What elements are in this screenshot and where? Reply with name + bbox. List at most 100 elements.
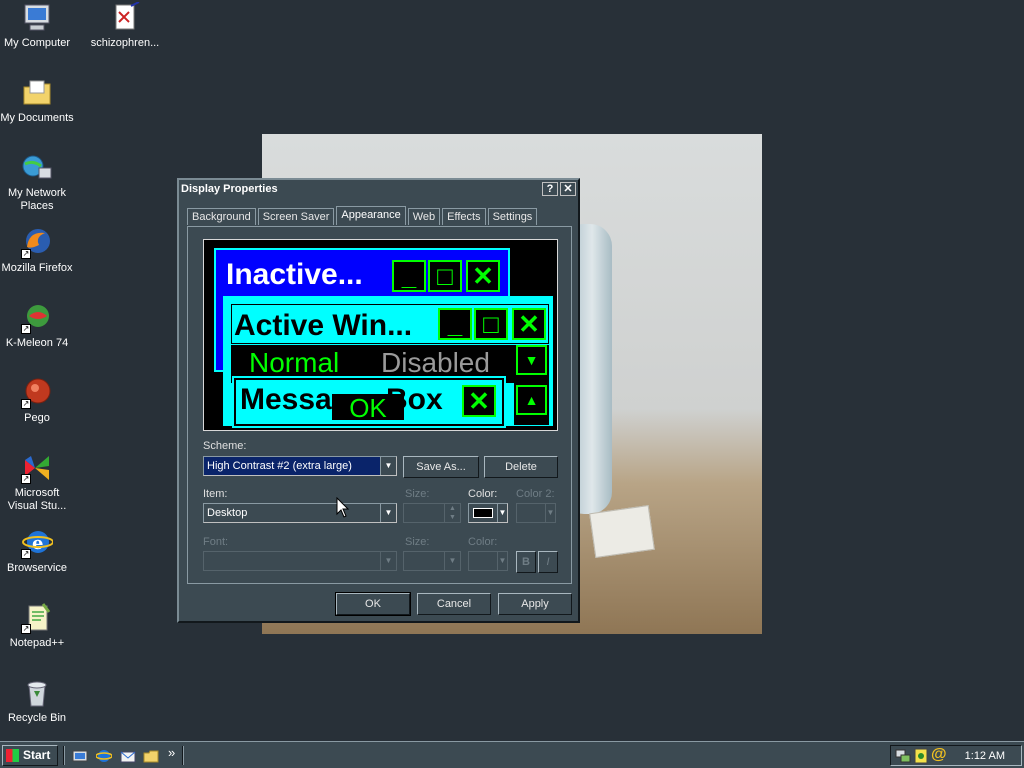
desktop-icon-my-computer[interactable]: My Computer (0, 2, 74, 50)
folder-icon (21, 77, 53, 109)
icon-label: Pego (24, 412, 50, 424)
k-meleon-icon: ↗ (21, 302, 53, 334)
system-tray: @ 1:12 AM (890, 745, 1022, 766)
preview-active-close-icon: ✕ (512, 308, 546, 340)
email-at-tray-icon[interactable]: @ (931, 746, 947, 763)
cancel-button[interactable]: Cancel (417, 593, 491, 615)
desktop-icon-my-network-places[interactable]: My Network Places (0, 152, 74, 213)
icon-label: My Network Places (7, 187, 67, 212)
notes-tray-icon[interactable] (913, 748, 929, 764)
apply-button[interactable]: Apply (498, 593, 572, 615)
desktop-icon-schizophren[interactable]: schizophren... (88, 1, 162, 50)
scheme-value: High Contrast #2 (extra large) (207, 460, 352, 472)
icon-label: My Documents (0, 112, 74, 124)
chevron-down-icon: ▼ (497, 504, 507, 522)
chevron-down-icon: ▼ (497, 552, 507, 570)
bold-button[interactable]: B (516, 551, 536, 573)
preview-message-box: Messa Box OK ✕ (232, 376, 506, 428)
item-select[interactable]: Desktop ▼ (203, 503, 397, 523)
preview-inactive-title: Inactive... (226, 258, 363, 291)
font-select[interactable]: ▼ (203, 551, 397, 571)
preview-normal-text: Normal (249, 347, 340, 378)
icon-label: Notepad++ (9, 637, 65, 649)
delete-button[interactable]: Delete (484, 456, 558, 478)
appearance-preview[interactable]: Inactive... _ □ ✕ Active Win... _ □ ✕ No… (203, 239, 558, 431)
save-as-button[interactable]: Save As... (403, 456, 479, 478)
desktop-icon-mozilla-firefox[interactable]: ↗ Mozilla Firefox (0, 227, 74, 275)
taskbar-divider (63, 746, 65, 765)
internet-explorer-quicklaunch-icon[interactable] (95, 748, 113, 764)
item-color-picker[interactable]: ▼ (468, 503, 508, 523)
display-properties-dialog: Display Properties ? ✕ Background Screen… (177, 178, 580, 623)
item-color2-picker[interactable]: ▼ (516, 503, 556, 523)
preview-message-title: Messa (240, 383, 332, 416)
preview-message-close-icon: ✕ (462, 385, 496, 417)
outlook-express-icon[interactable] (120, 748, 136, 764)
scheme-select[interactable]: High Contrast #2 (extra large) ▼ (203, 456, 397, 476)
chevron-down-icon: ▼ (380, 504, 396, 522)
tab-background[interactable]: Background (187, 208, 256, 225)
desktop-icon-notepad-plus-plus[interactable]: ↗ Notepad++ (0, 602, 74, 650)
start-button[interactable]: Start (2, 745, 58, 766)
close-button[interactable]: ✕ (560, 182, 576, 196)
explorer-folder-icon[interactable] (143, 748, 159, 764)
color-label: Color: (468, 488, 498, 500)
shortcut-arrow-icon: ↗ (21, 624, 31, 634)
desktop-icon-recycle-bin[interactable]: Recycle Bin (0, 677, 74, 725)
firefox-icon: ↗ (21, 227, 53, 259)
icon-label: schizophren... (90, 37, 160, 49)
italic-button[interactable]: I (538, 551, 558, 573)
color-swatch (473, 508, 493, 518)
preview-disabled-text: Disabled (381, 347, 490, 378)
pego-icon: ↗ (21, 377, 53, 409)
computer-icon (21, 2, 53, 34)
network-tray-icon[interactable] (895, 748, 911, 764)
item-size-spinner[interactable]: ▲ ▼ (403, 503, 461, 523)
clock[interactable]: 1:12 AM (965, 750, 1005, 762)
wallpaper-card (589, 505, 655, 558)
notepad-plus-plus-icon: ↗ (21, 602, 53, 634)
tab-web[interactable]: Web (407, 208, 441, 225)
font-size-label: Size: (405, 536, 430, 548)
tab-settings[interactable]: Settings (487, 208, 538, 225)
visual-studio-icon: ↗ (21, 452, 53, 484)
desktop-icon-my-documents[interactable]: My Documents (0, 77, 74, 125)
ok-button[interactable]: OK (335, 592, 411, 616)
desktop-icon-k-meleon[interactable]: ↗ K-Meleon 74 (0, 302, 74, 350)
tab-appearance[interactable]: Appearance (336, 206, 406, 225)
icon-label: Microsoft Visual Stu... (7, 487, 67, 512)
chevron-down-icon: ▼ (380, 457, 396, 475)
mouse-cursor-icon (336, 497, 350, 518)
appearance-panel: Inactive... _ □ ✕ Active Win... _ □ ✕ No… (187, 226, 572, 584)
taskbar: Start » @ 1:12 AM (0, 741, 1024, 768)
item-label: Item: (203, 488, 228, 500)
icon-label: K-Meleon 74 (5, 337, 69, 349)
font-color-picker[interactable]: ▼ (468, 551, 508, 571)
quicklaunch-overflow[interactable]: » (168, 745, 175, 760)
desktop-icon-browservice[interactable]: e ↗ Browservice (0, 527, 74, 575)
chevron-down-icon: ▼ (545, 504, 555, 522)
dialog-title: Display Properties (181, 183, 278, 195)
preview-scrollbar: ▼ ▲ (514, 345, 549, 425)
item-value: Desktop (207, 507, 248, 519)
help-button[interactable]: ? (542, 182, 558, 196)
start-label: Start (23, 748, 51, 762)
icon-label: Browservice (7, 562, 67, 574)
desktop-icon-pego[interactable]: ↗ Pego (0, 377, 74, 425)
preview-active-titlebar: Active Win... _ □ ✕ (231, 304, 549, 344)
shortcut-arrow-icon: ↗ (21, 249, 31, 259)
tab-screen-saver[interactable]: Screen Saver (257, 208, 335, 225)
tab-effects[interactable]: Effects (442, 208, 486, 225)
dialog-titlebar[interactable]: Display Properties ? ✕ (179, 180, 578, 198)
color2-label: Color 2: (516, 488, 555, 500)
shortcut-arrow-icon: ↗ (21, 549, 31, 559)
font-label: Font: (203, 536, 229, 548)
document-icon (109, 1, 141, 34)
shortcut-arrow-icon: ↗ (21, 474, 31, 484)
show-desktop-icon[interactable] (72, 748, 88, 764)
desktop-icon-visual-studio[interactable]: ↗ Microsoft Visual Stu... (0, 452, 74, 513)
icon-label: Mozilla Firefox (1, 262, 73, 274)
preview-active-max-icon: □ (474, 308, 508, 340)
font-size-select[interactable]: ▼ (403, 551, 461, 571)
shortcut-arrow-icon: ↗ (21, 399, 31, 409)
